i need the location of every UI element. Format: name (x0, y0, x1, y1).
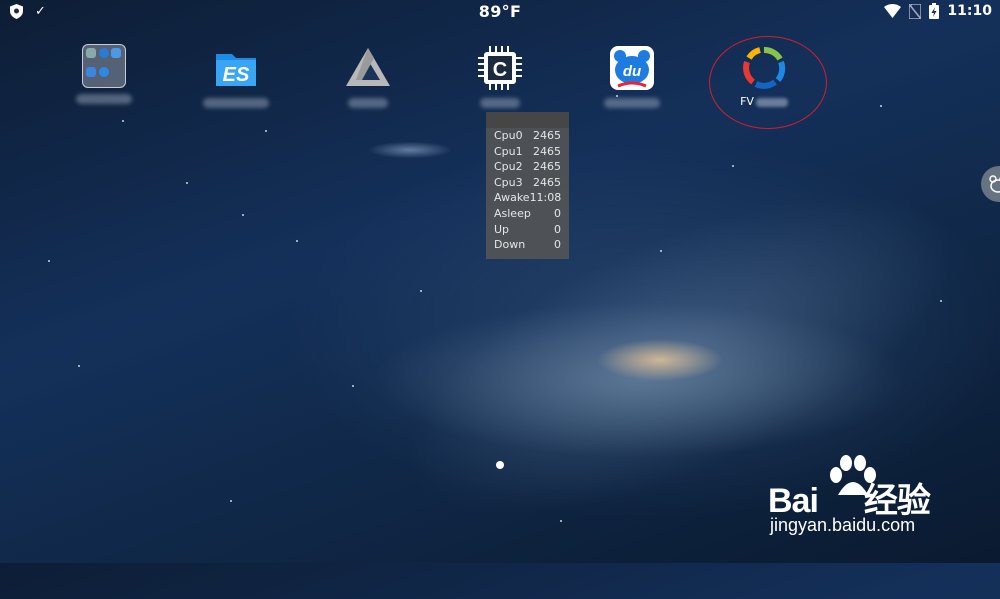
app-folder[interactable] (54, 44, 154, 104)
cpu-row: Asleep 0 (486, 206, 569, 222)
clock: 11:10 (947, 3, 992, 19)
cpu-row-value: 0 (554, 238, 561, 252)
svg-text:du: du (623, 63, 641, 80)
temperature-readout: 89°F (478, 2, 522, 21)
cpu-row: Awake 11:08 (486, 190, 569, 206)
widget-rows: Cpu0 2465 Cpu1 2465 Cpu2 2465 Cpu3 2465 Awake 11:… (486, 128, 569, 253)
cpu-frequency-widget[interactable]: Cpu0 2465 Cpu1 2465 Cpu2 2465 Cpu3 2465 Awake 11:… (486, 112, 569, 259)
watermark-site: jingyan.baidu.com (770, 515, 916, 535)
cpu-row-label: Asleep (494, 206, 531, 220)
widget-header (486, 112, 569, 128)
svg-text:ES: ES (223, 64, 250, 86)
app-triangle[interactable] (318, 44, 418, 108)
cpu-chip-icon: C (476, 44, 524, 92)
app-label-es-file (203, 98, 269, 108)
cpu-row-value: 2465 (533, 129, 561, 142)
cpu-row: Down 0 (486, 237, 569, 253)
penrose-triangle-icon (344, 44, 392, 92)
cpu-row-label: Cpu2 (494, 160, 523, 174)
cpu-row-label: Up (494, 222, 510, 236)
cpu-row: Cpu1 2465 (486, 144, 569, 160)
cpu-row-label: Cpu1 (494, 144, 523, 158)
es-file-explorer-icon: ES (212, 44, 260, 92)
page-indicator-dot[interactable] (496, 461, 504, 469)
app-du[interactable]: du (582, 44, 682, 108)
bear-face-icon (989, 175, 1000, 193)
floating-assistant-handle[interactable] (981, 166, 1000, 202)
baidu-jingyan-watermark: Bai 经验 jingyan.baidu.com (768, 455, 993, 545)
cpu-row-label: Awake (494, 191, 530, 205)
cpu-row-value: 0 (554, 222, 561, 236)
cpu-row-value: 2465 (533, 144, 561, 158)
du-bear-icon: du (608, 44, 656, 92)
app-cpu[interactable]: C (450, 44, 550, 108)
cpu-row-label: Cpu3 (494, 175, 523, 189)
cpu-row-label: Cpu0 (494, 129, 523, 142)
cpu-row-value: 0 (554, 206, 561, 220)
cpu-row-value: 2465 (533, 160, 561, 174)
wifi-icon (884, 4, 902, 18)
highlight-circle (709, 36, 827, 129)
app-label-folder (76, 94, 132, 104)
no-sim-icon (909, 3, 922, 19)
cpu-row-value: 2465 (533, 175, 561, 189)
cpu-row-value: 11:08 (529, 191, 562, 205)
cpu-row: Cpu2 2465 (486, 159, 569, 175)
cpu-row-label: Down (494, 238, 526, 252)
cpu-row: Up 0 (486, 222, 569, 238)
cpu-row: Cpu3 2465 (486, 175, 569, 191)
battery-charging-icon (929, 3, 940, 19)
cpu-row: Cpu0 2465 (486, 128, 569, 144)
app-label-du (604, 98, 660, 108)
app-label-triangle (348, 98, 388, 108)
folder-icon (82, 44, 126, 88)
app-label-cpu (480, 98, 520, 108)
svg-text:C: C (493, 59, 507, 81)
app-es-file[interactable]: ES (186, 44, 286, 108)
status-bar: ✓ 89°F 11:10 (0, 0, 1000, 24)
